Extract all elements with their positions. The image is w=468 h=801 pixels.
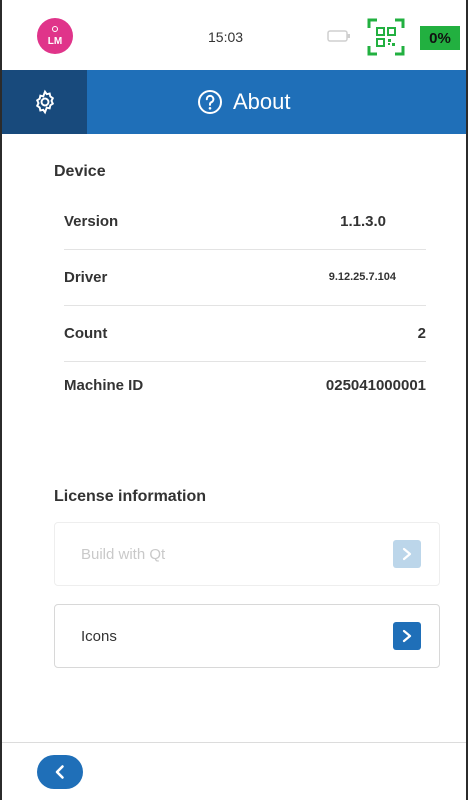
device-row-driver: Driver 9.12.25.7.104	[64, 249, 426, 306]
device-row-machine-id: Machine ID 025041000001	[64, 357, 426, 413]
chevron-right-icon	[402, 629, 412, 643]
license-item-label: Build with Qt	[81, 545, 166, 563]
avatar-initials: LM	[47, 35, 63, 47]
row-value: 1.1.3.0	[340, 212, 386, 230]
row-label: Machine ID	[64, 376, 144, 394]
clock-time: 15:03	[208, 29, 244, 45]
page-title: About	[233, 89, 291, 114]
open-license-button[interactable]	[393, 622, 421, 650]
row-value: 025041000001	[325, 376, 426, 394]
header-bar: About	[2, 70, 466, 134]
user-avatar[interactable]: LM	[37, 18, 73, 54]
row-label: Driver	[64, 268, 108, 286]
device-section-title: Device	[54, 163, 106, 180]
license-item-icons[interactable]: Icons	[54, 604, 440, 668]
person-icon	[49, 25, 61, 36]
app-frame: LM 15:03 0% About Device Version 1.1.3.0…	[0, 0, 468, 801]
device-row-count: Count 2	[64, 305, 426, 362]
license-item-qt[interactable]: Build with Qt	[54, 522, 440, 586]
row-label: Count	[64, 324, 108, 342]
back-button[interactable]	[37, 755, 83, 789]
help-circle-icon	[198, 90, 222, 114]
footer-bar	[2, 742, 466, 801]
status-bar: LM 15:03 0%	[2, 0, 466, 70]
license-item-label: Icons	[81, 627, 117, 645]
gear-icon	[35, 89, 54, 115]
chevron-left-icon	[55, 765, 64, 779]
battery-percent-badge: 0%	[420, 26, 460, 50]
device-row-version: Version 1.1.3.0	[64, 193, 426, 250]
license-section-title: License information	[54, 488, 207, 505]
qr-scan-icon[interactable]	[367, 18, 405, 56]
row-label: Version	[64, 212, 119, 230]
battery-icon	[327, 30, 350, 42]
open-license-button[interactable]	[393, 540, 421, 568]
row-value: 2	[417, 324, 426, 342]
page-title-group: About	[197, 70, 291, 134]
chevron-right-icon	[402, 547, 412, 561]
row-value: 9.12.25.7.104	[328, 271, 396, 283]
settings-button[interactable]	[2, 70, 87, 134]
